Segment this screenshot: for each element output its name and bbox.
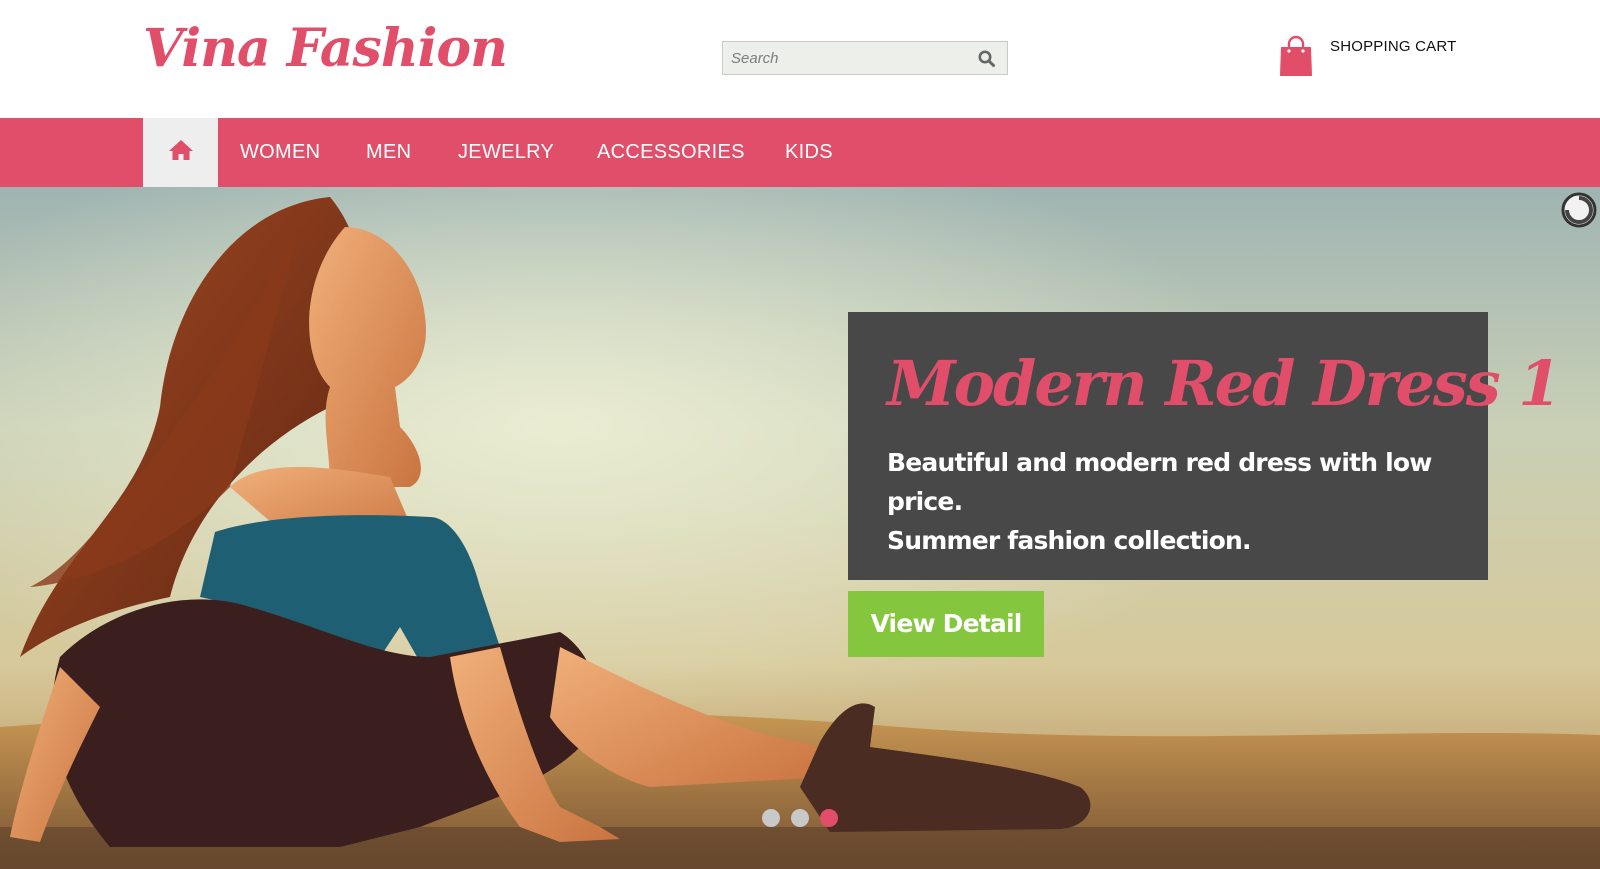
slide-dot-2[interactable] — [791, 809, 809, 827]
slide-dot-3[interactable] — [820, 809, 838, 827]
hero-slider: Modern Red Dress 1 Beautiful and modern … — [0, 187, 1600, 869]
home-icon — [168, 139, 194, 166]
nav-item-men[interactable]: MEN — [366, 118, 411, 187]
slide-caption: Modern Red Dress 1 Beautiful and modern … — [848, 312, 1561, 580]
search-icon[interactable] — [977, 49, 997, 69]
slide-title: Modern Red Dress 1 — [887, 347, 1561, 420]
slide-dot-1[interactable] — [762, 809, 780, 827]
site-header: Vina Fashion SHOPPING CART — [0, 0, 1600, 118]
nav-item-jewelry[interactable]: JEWELRY — [458, 118, 554, 187]
main-nav: WOMEN MEN JEWELRY ACCESSORIES KIDS — [0, 118, 1600, 187]
search-input[interactable] — [731, 42, 967, 74]
site-logo[interactable]: Vina Fashion — [143, 18, 508, 79]
nav-item-kids[interactable]: KIDS — [785, 118, 833, 187]
view-detail-button[interactable]: View Detail — [848, 591, 1044, 657]
slide-description-line-1: Beautiful and modern red dress with low … — [887, 448, 1432, 516]
shopping-bag-icon — [1278, 34, 1314, 78]
search-bar — [722, 41, 1008, 75]
shopping-cart-label: SHOPPING CART — [1330, 38, 1457, 55]
slide-description-line-2: Summer fashion collection. — [887, 526, 1251, 555]
loading-spinner-icon — [1560, 191, 1598, 229]
nav-item-accessories[interactable]: ACCESSORIES — [597, 118, 745, 187]
nav-home-button[interactable] — [143, 118, 218, 187]
nav-item-women[interactable]: WOMEN — [240, 118, 320, 187]
slide-description: Beautiful and modern red dress with low … — [887, 443, 1457, 560]
